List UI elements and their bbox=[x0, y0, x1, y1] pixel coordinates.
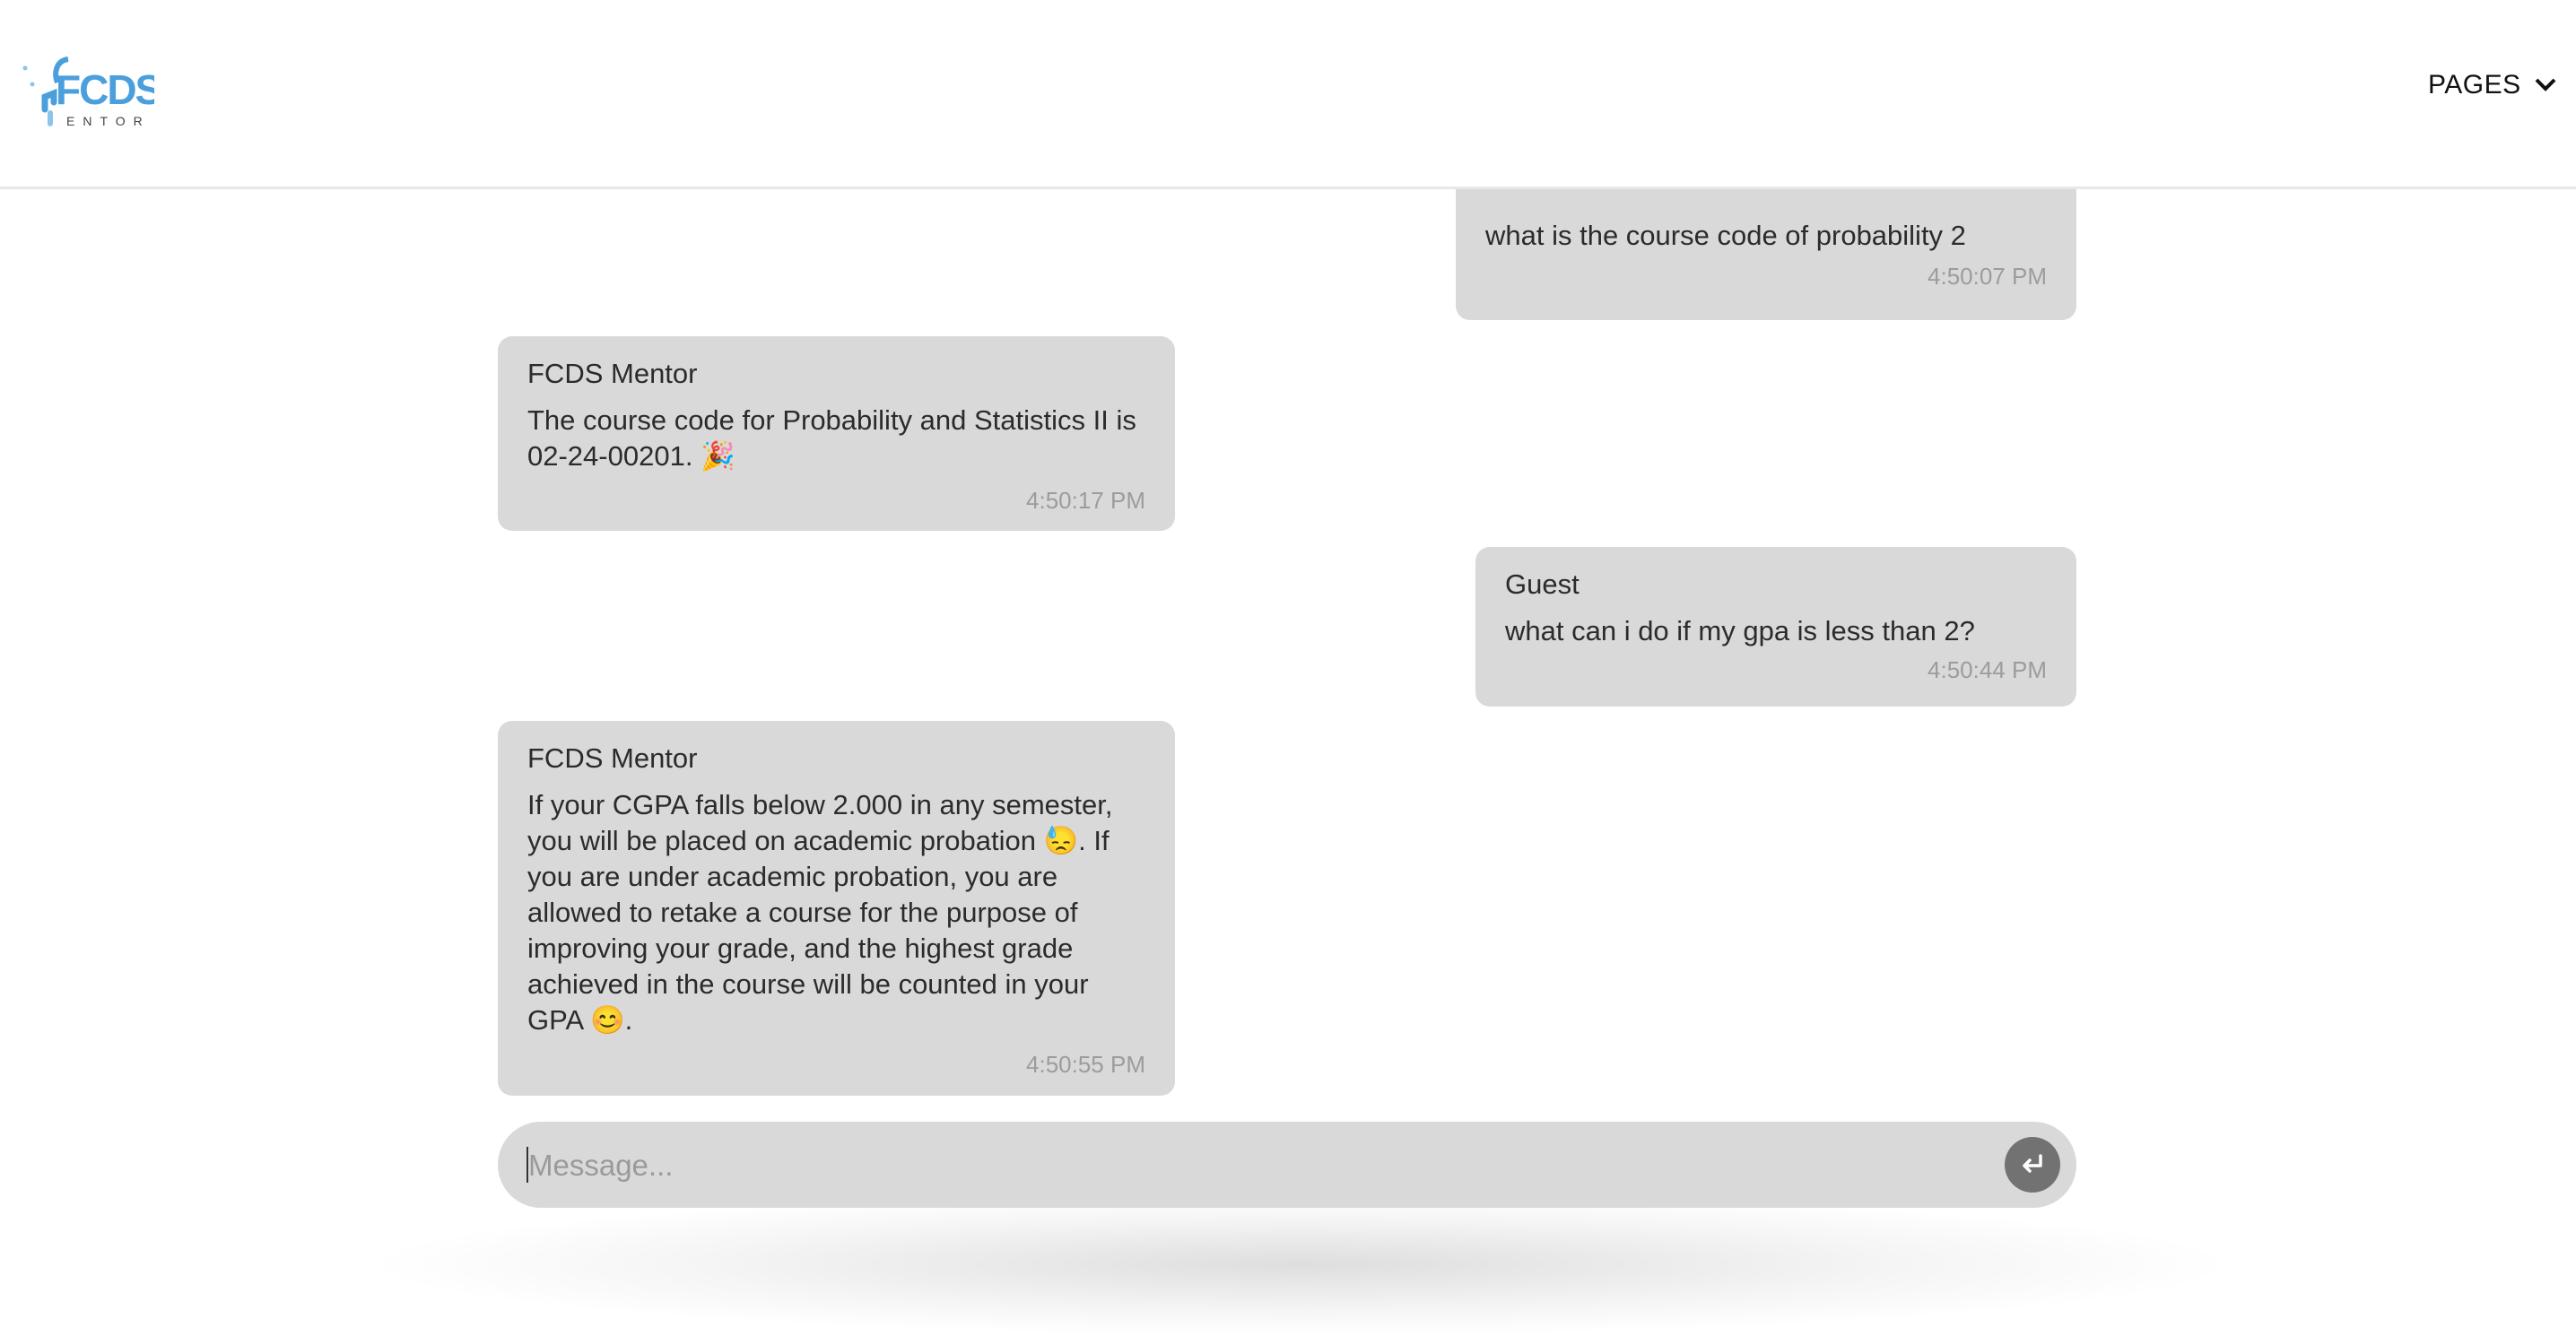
message-timestamp: 4:50:07 PM bbox=[1928, 263, 2047, 290]
chevron-down-icon bbox=[2535, 78, 2556, 91]
message-bot: FCDS Mentor If your CGPA falls below 2.0… bbox=[498, 721, 1175, 1096]
message-text: If your CGPA falls below 2.000 in any se… bbox=[527, 789, 1113, 1036]
message-timestamp: 4:50:44 PM bbox=[1928, 656, 2047, 683]
message-input[interactable] bbox=[527, 1122, 1983, 1210]
message-composer bbox=[498, 1122, 2076, 1210]
top-navbar: FCDS ENTOR PAGES bbox=[0, 0, 2576, 189]
pages-menu[interactable]: PAGES bbox=[2428, 70, 2557, 100]
message-timestamp: 4:50:17 PM bbox=[1026, 487, 1145, 514]
message-text: what is the course code of probability 2 bbox=[1485, 220, 1966, 251]
send-button[interactable] bbox=[2005, 1137, 2060, 1193]
message-timestamp: 4:50:55 PM bbox=[1026, 1051, 1145, 1078]
message-text: what can i do if my gpa is less than 2? bbox=[1505, 615, 1975, 646]
composer-shadow bbox=[359, 1193, 2242, 1336]
chat-message-list[interactable]: what is the course code of probability 2… bbox=[0, 189, 2576, 1113]
svg-text:ENTOR: ENTOR bbox=[66, 114, 151, 128]
enter-return-icon bbox=[2023, 1154, 2042, 1173]
message-bot: FCDS Mentor The course code for Probabil… bbox=[498, 336, 1175, 531]
sender-name: FCDS Mentor bbox=[527, 358, 698, 389]
text-caret bbox=[527, 1147, 528, 1183]
message-user: what is the course code of probability 2… bbox=[1456, 189, 2076, 320]
sender-name: Guest bbox=[1505, 568, 1580, 600]
message-text: The course code for Probability and Stat… bbox=[527, 404, 1136, 472]
sender-name: FCDS Mentor bbox=[527, 742, 698, 774]
fcds-mentor-logo[interactable]: FCDS ENTOR bbox=[11, 52, 163, 131]
pages-label: PAGES bbox=[2428, 70, 2521, 100]
message-user: Guest what can i do if my gpa is less th… bbox=[1475, 547, 2076, 707]
svg-text:FCDS: FCDS bbox=[56, 66, 154, 113]
